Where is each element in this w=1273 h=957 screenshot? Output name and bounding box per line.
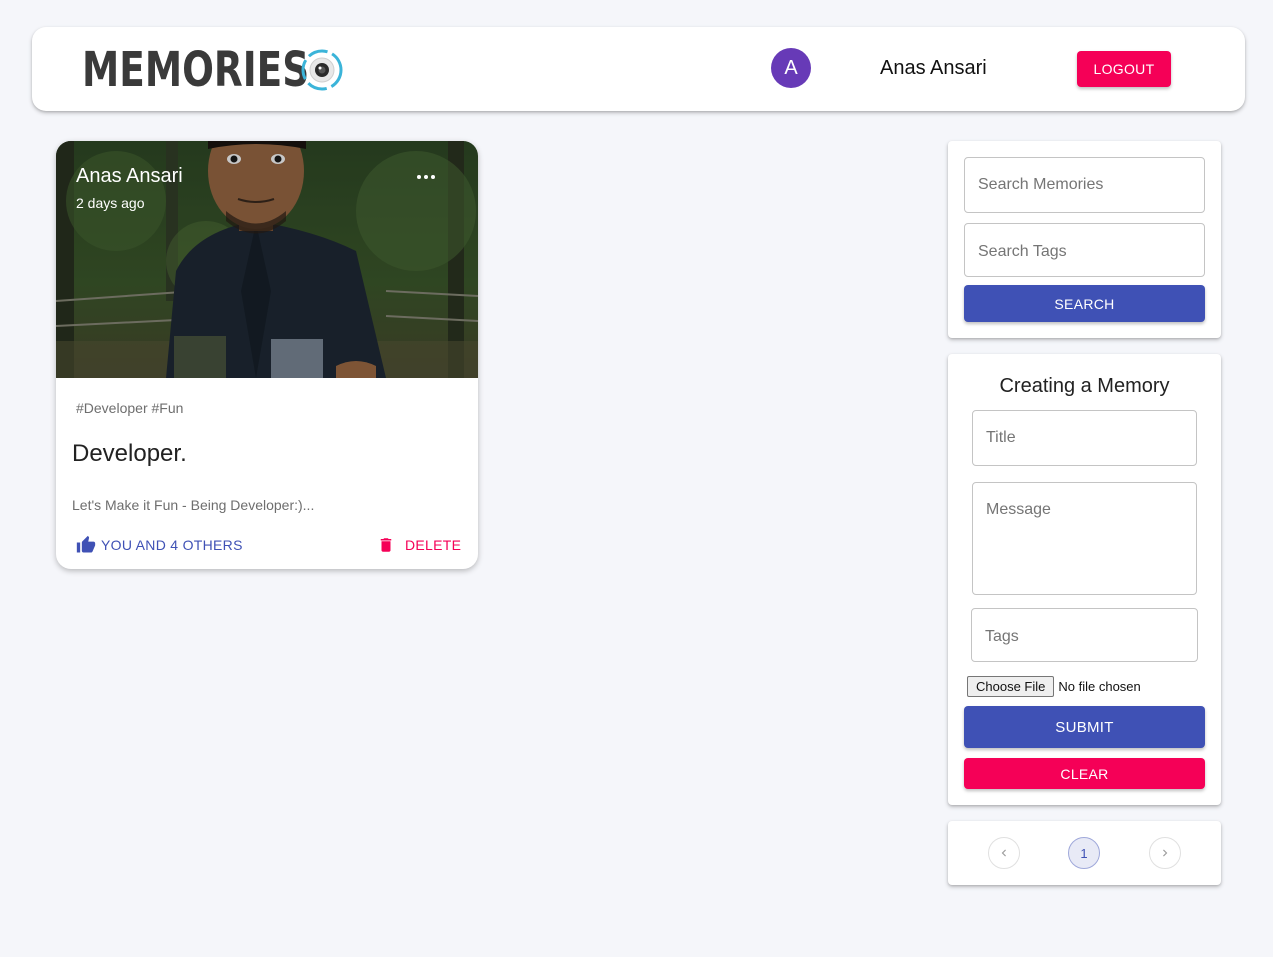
create-memory-form: Creating a Memory Title Message Tags Cho…: [948, 354, 1221, 805]
memory-card: Anas Ansari 2 days ago #Developer #Fun D…: [56, 141, 478, 569]
brand-title: MEMORIES: [82, 42, 310, 98]
post-message: Let's Make it Fun - Being Developer:)...: [72, 497, 315, 513]
file-status: No file chosen: [1058, 679, 1141, 694]
search-panel: Search Memories Search Tags SEARCH: [948, 141, 1221, 338]
post-time: 2 days ago: [76, 195, 145, 211]
previous-page-button[interactable]: [988, 837, 1020, 869]
message-placeholder: Message: [986, 501, 1051, 518]
like-button[interactable]: YOU AND 4 OTHERS: [76, 535, 243, 555]
tags-placeholder: Tags: [985, 628, 1019, 645]
delete-button[interactable]: DELETE: [377, 535, 461, 555]
brand[interactable]: MEMORIES: [82, 45, 373, 95]
pagination: 1: [948, 821, 1221, 885]
page-button-current[interactable]: 1: [1068, 837, 1100, 869]
like-label: YOU AND 4 OTHERS: [101, 537, 243, 553]
next-page-button[interactable]: [1149, 837, 1181, 869]
submit-button[interactable]: SUBMIT: [964, 706, 1205, 748]
app-bar: MEMORIES A Anas Ansari LOGOUT: [32, 27, 1245, 111]
choose-file-button[interactable]: Choose File: [967, 676, 1055, 697]
file-input: Choose File No file chosen: [967, 676, 1141, 697]
title-placeholder: Title: [986, 429, 1016, 446]
title-input[interactable]: Title: [972, 410, 1197, 466]
search-tags-input[interactable]: Search Tags: [964, 223, 1205, 277]
chevron-left-icon: [1001, 849, 1006, 857]
delete-label: DELETE: [405, 537, 462, 553]
camera-lens-icon: [301, 49, 343, 91]
user-name: Anas Ansari: [880, 57, 987, 79]
trash-icon: [380, 538, 392, 552]
chevron-right-icon: [1163, 849, 1168, 857]
form-title: Creating a Memory: [999, 375, 1170, 397]
post-author: Anas Ansari: [76, 165, 183, 187]
tags-input[interactable]: Tags: [971, 608, 1198, 662]
thumb-up-icon: [76, 535, 96, 553]
avatar[interactable]: A: [771, 48, 811, 88]
clear-button[interactable]: CLEAR: [964, 758, 1205, 789]
search-button[interactable]: SEARCH: [964, 285, 1205, 322]
logout-button[interactable]: LOGOUT: [1077, 51, 1171, 87]
more-horizontal-icon[interactable]: [412, 165, 440, 189]
search-tags-placeholder: Search Tags: [978, 243, 1067, 260]
search-memories-input[interactable]: Search Memories: [964, 157, 1205, 213]
post-tags: #Developer #Fun: [76, 400, 184, 416]
post-title: Developer.: [72, 440, 187, 467]
message-textarea[interactable]: Message: [972, 482, 1197, 595]
search-memories-placeholder: Search Memories: [978, 176, 1104, 193]
